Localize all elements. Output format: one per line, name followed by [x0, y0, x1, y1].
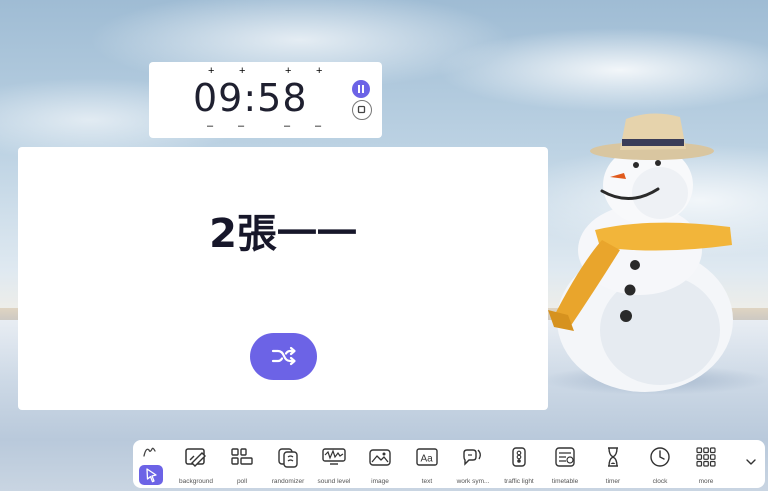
bottom-toolbar: background poll randomizer sound level i… [133, 440, 765, 488]
pointer-tool-button[interactable] [139, 465, 163, 485]
background-icon [185, 448, 206, 467]
toolbar-more-label: more [698, 478, 714, 485]
sound-level-icon [322, 448, 346, 465]
pause-icon [358, 85, 364, 93]
minutes-tens-decrement-button[interactable]: – [284, 121, 290, 132]
image-icon [369, 449, 391, 466]
shuffle-button[interactable] [250, 333, 317, 380]
stop-icon [357, 105, 366, 114]
poll-icon [231, 448, 253, 465]
text-icon: Aa [416, 448, 438, 466]
snowman-image [548, 113, 733, 392]
work-symbols-icon [463, 449, 481, 466]
svg-text:Aa: Aa [421, 454, 434, 465]
minutes-ones-decrement-button[interactable]: – [315, 121, 321, 132]
shuffle-icon [271, 346, 296, 366]
pointer-icon [146, 468, 157, 483]
hours-tens-decrement-button[interactable]: – [207, 121, 213, 132]
timer-widget: + + + + 09:58 – – – – [149, 62, 382, 138]
hours-ones-decrement-button[interactable]: – [238, 121, 244, 132]
timetable-icon [555, 447, 575, 467]
randomizer-icon [278, 448, 298, 468]
traffic-light-icon [512, 447, 526, 467]
pen-icon[interactable] [141, 444, 159, 460]
toolbar-more[interactable]: more [680, 445, 732, 487]
grid-icon [696, 447, 716, 467]
pause-button[interactable] [352, 80, 370, 98]
timer-display: 09:58 [193, 76, 308, 120]
randomizer-card: 2張一一 [18, 147, 548, 410]
hourglass-icon [608, 447, 618, 467]
randomizer-result: 2張一一 [209, 211, 357, 257]
clock-icon [650, 447, 670, 467]
tool-mode-group [133, 440, 167, 488]
chevron-down-icon[interactable] [744, 455, 758, 469]
stop-button[interactable] [352, 100, 372, 120]
